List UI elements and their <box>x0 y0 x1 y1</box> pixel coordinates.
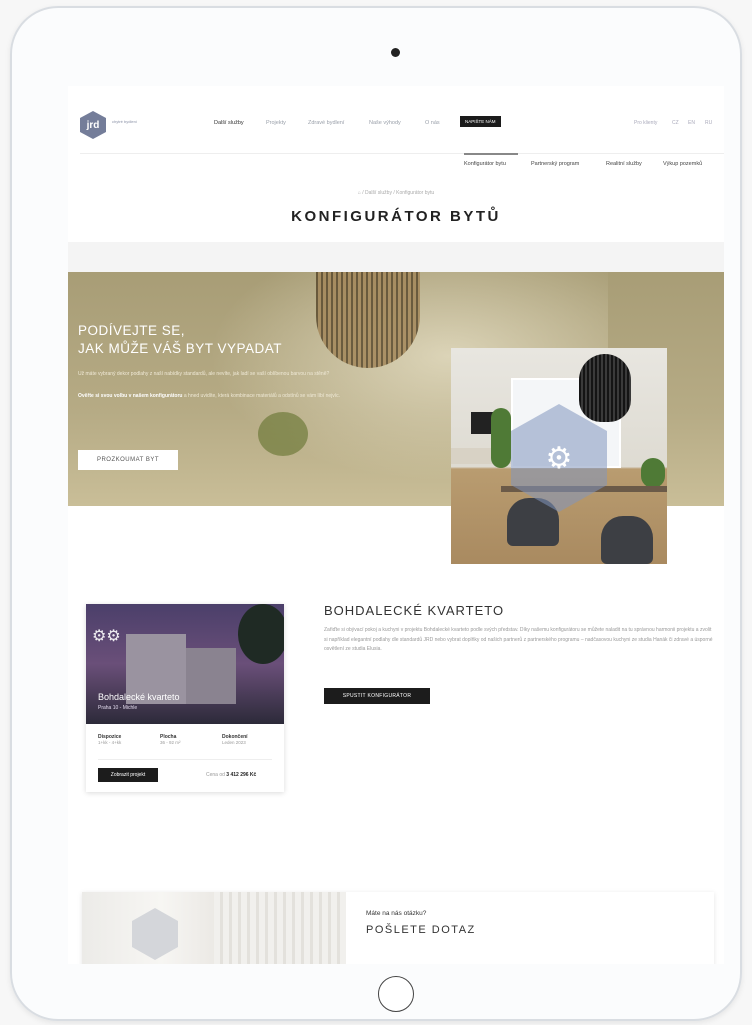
hero-text: Už máte vybraný dekor podlahy z naší nab… <box>78 371 330 377</box>
nav-projekty[interactable]: Projekty <box>266 120 286 126</box>
nav-dalsi-sluzby[interactable]: Další služby <box>214 120 244 126</box>
hero-text-2: Ověřte si svou volbu v našem konfiguráto… <box>78 392 378 400</box>
nav-pro-klienty[interactable]: Pro klienty <box>634 120 657 126</box>
curtain-image <box>214 892 346 964</box>
contact-section: Máte na nás otázku? POŠLETE DOTAZ <box>82 892 714 964</box>
price: Cena od 3 412 296 Kč <box>206 772 256 778</box>
project-description: Zařiďte si obývací pokoj a kuchyni v pro… <box>324 627 713 652</box>
hero-text-2-bold[interactable]: Ověřte si svou volbu v našem konfiguráto… <box>78 393 182 399</box>
lang-en[interactable]: EN <box>688 120 695 126</box>
project-name: Bohdalecké kvarteto <box>98 692 180 702</box>
home-button[interactable] <box>378 976 414 1012</box>
hero-heading-line1: PODÍVEJTE SE, <box>78 323 186 338</box>
nav-o-nas[interactable]: O nás <box>425 120 440 126</box>
pendant-lamp-image <box>579 354 631 422</box>
camera-dot <box>391 48 400 57</box>
breadcrumb[interactable]: ⌂ / Další služby / Konfigurátor bytu <box>68 190 724 196</box>
card-divider <box>98 759 272 760</box>
nav-nase-vyhody[interactable]: Naše výhody <box>369 120 401 126</box>
spec-value: 36 - 92 m² <box>160 740 181 745</box>
project-title: BOHDALECKÉ KVARTETO <box>324 603 505 618</box>
price-prefix: Cena od <box>206 772 227 778</box>
logo-tagline: chytré bydlení <box>112 119 137 124</box>
logo-text: jrd <box>86 119 100 131</box>
plant-image <box>491 408 511 468</box>
hero-heading: PODÍVEJTE SE, JAK MŮŽE VÁŠ BYT VYPADAT <box>78 322 282 358</box>
tree-image <box>238 604 284 664</box>
title-band <box>68 242 724 272</box>
subnav-konfigurator[interactable]: Konfigurátor bytu <box>464 161 506 167</box>
chair-image <box>601 516 653 564</box>
page-title: KONFIGURÁTOR BYTŮ <box>291 208 501 225</box>
spec-value: Leden 2023 <box>222 740 246 745</box>
nav-zdrave-bydleni[interactable]: Zdravé bydlení <box>308 120 344 126</box>
header-divider <box>80 153 724 154</box>
project-location: Praha 10 - Michle <box>98 705 138 711</box>
price-value: 3 412 296 Kč <box>226 772 257 778</box>
room-render-image: ⚙ <box>451 348 667 564</box>
spec-dispozice: Dispozice 1+kk - 4+kk <box>98 734 121 745</box>
hero-heading-line2: JAK MŮŽE VÁŠ BYT VYPADAT <box>78 341 283 356</box>
plant-image <box>641 458 665 488</box>
subnav-vykup-pozemku[interactable]: Výkup pozemků <box>663 161 702 167</box>
plant-image <box>258 412 308 456</box>
lang-cz[interactable]: CZ <box>672 120 679 126</box>
building-image <box>186 648 236 704</box>
subnav-active-indicator <box>464 153 518 155</box>
screen: jrd chytré bydlení Další služby Projekty… <box>68 86 724 964</box>
lang-ru[interactable]: RU <box>705 120 712 126</box>
spec-dokonceni: Dokončení Leden 2023 <box>222 734 248 745</box>
launch-configurator-button[interactable]: SPUSTIT KONFIGURÁTOR <box>324 688 430 704</box>
contact-question: Máte na nás otázku? <box>366 910 427 917</box>
subnav-realitni-sluzby[interactable]: Realitní služby <box>606 161 642 167</box>
subnav-partnersky-program[interactable]: Partnerský program <box>531 161 579 167</box>
gear-icon: ⚙⚙ <box>92 628 121 645</box>
spec-value: 1+kk - 4+kk <box>98 740 122 745</box>
explore-apartment-button[interactable]: PROZKOUMAT BYT <box>78 450 178 470</box>
project-card[interactable]: ⚙⚙ Bohdalecké kvarteto Praha 10 - Michle… <box>86 604 284 792</box>
contact-heading: POŠLETE DOTAZ <box>366 924 476 936</box>
spec-plocha: Plocha 36 - 92 m² <box>160 734 181 745</box>
contact-cta-button[interactable]: NAPIŠTE NÁM <box>460 116 501 127</box>
hero-text-2-rest: a hned uvidíte, která kombinace materiál… <box>182 393 341 399</box>
project-image[interactable]: ⚙⚙ Bohdalecké kvarteto Praha 10 - Michle <box>86 604 284 724</box>
logo[interactable]: jrd <box>80 111 106 139</box>
tablet-frame: jrd chytré bydlení Další služby Projekty… <box>10 6 742 1021</box>
show-project-button[interactable]: Zobrazit projekt <box>98 768 158 782</box>
